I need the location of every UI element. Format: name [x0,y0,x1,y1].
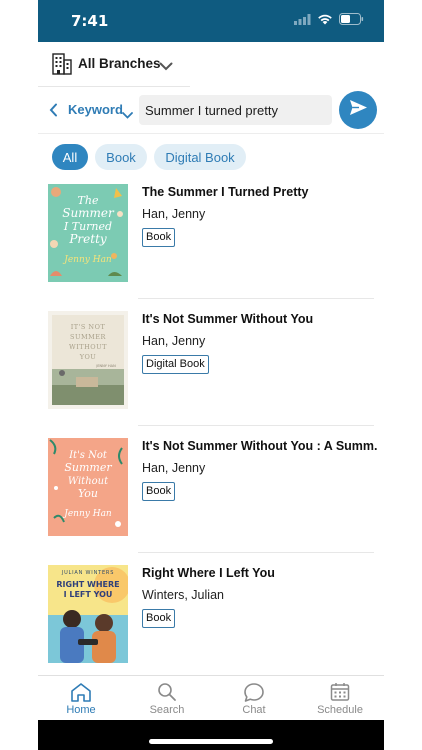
cover-title-line: It's Not [68,450,108,461]
result-title[interactable]: It's Not Summer Without You [142,312,378,326]
cover-title-line: I LEFT YOU [64,590,113,599]
book-cover: JULIAN WINTERS RIGHT WHERE I LEFT YOU [48,565,128,663]
cover-title-line: Summer [64,461,112,474]
tab-schedule[interactable]: Schedule [305,680,375,716]
book-cover: IT'S NOT SUMMER WITHOUT YOU JENNY HAN [48,311,128,409]
chevron-left-icon[interactable] [49,103,58,122]
cover-title-line: Without [68,476,109,487]
status-time: 7:41 [71,12,109,30]
status-bar: 7:41 [38,0,384,42]
cellular-signal-icon [294,13,311,25]
result-title[interactable]: It's Not Summer Without You : A Summ... [142,439,378,453]
filter-chip-book[interactable]: Book [95,144,147,170]
battery-icon [339,13,364,25]
building-icon [52,53,72,80]
list-item[interactable]: IT'S NOT SUMMER WITHOUT YOU JENNY HAN It… [38,299,384,426]
cover-title-line: WITHOUT [69,343,107,351]
result-title[interactable]: Right Where I Left You [142,566,378,580]
wifi-icon [317,13,333,25]
cover-title-line: Pretty [68,232,107,246]
branch-selector[interactable]: All Branches [38,42,190,87]
chevron-down-icon[interactable] [122,106,133,124]
search-input[interactable] [139,95,332,125]
phone-screen: 7:41 All Branches Keyword Summer I turne… [38,0,384,750]
format-filter: All Book Digital Book [38,134,384,174]
format-badge: Digital Book [142,355,209,374]
right-margin [384,0,422,750]
book-cover: The Summer I Turned Pretty Jenny Han [48,184,128,282]
chat-icon [219,680,289,704]
filter-chip-digital-book[interactable]: Digital Book [154,144,246,170]
tab-chat[interactable]: Chat [219,680,289,716]
tab-label: Search [149,704,185,716]
calendar-icon [305,680,375,704]
branch-label: All Branches [78,56,161,71]
tab-label: Schedule [317,704,363,716]
home-indicator[interactable] [149,739,273,744]
cover-byline: JENNY HAN [95,364,116,368]
cover-title-line: SUMMER [70,333,106,341]
format-badge: Book [142,609,176,628]
cover-byline: Jenny Han [62,255,112,265]
cover-title-line: IT'S NOT [71,323,106,331]
left-margin [0,0,38,750]
result-author: Winters, Julian [142,588,224,602]
result-author: Han, Jenny [142,461,206,475]
search-icon [132,680,202,704]
book-cover: It's Not Summer Without You Jenny Han [48,438,128,536]
tab-label: Home [66,704,96,716]
result-author: Han, Jenny [142,207,206,221]
tab-home[interactable]: Home [46,680,116,716]
result-author: Han, Jenny [142,334,206,348]
bottom-tab-bar: Home Search Chat Schedule [38,675,384,721]
format-badge: Book [142,482,176,501]
cover-title-line: Summer [62,206,115,220]
cover-byline: Jenny Han [62,509,112,519]
chevron-down-icon [159,58,173,76]
search-submit-button[interactable] [339,91,377,129]
cover-title-line: RIGHT WHERE [56,580,119,589]
tab-label: Chat [242,704,266,716]
home-indicator-area [38,720,384,750]
list-item[interactable]: JULIAN WINTERS RIGHT WHERE I LEFT YOU Ri… [38,553,384,680]
tab-search[interactable]: Search [132,680,202,716]
cover-byline: JULIAN WINTERS [61,570,114,576]
result-title[interactable]: The Summer I Turned Pretty [142,185,378,199]
format-badge: Book [142,228,176,247]
results-list: The Summer I Turned Pretty Jenny Han The… [38,172,384,680]
filter-chip-all[interactable]: All [52,144,88,170]
list-item[interactable]: The Summer I Turned Pretty Jenny Han The… [38,172,384,299]
cover-title-line: You [78,487,98,500]
status-icons [294,13,364,25]
search-bar: Keyword [38,87,384,134]
list-item[interactable]: It's Not Summer Without You Jenny Han It… [38,426,384,553]
search-mode-selector[interactable]: Keyword [68,102,123,117]
home-icon [46,680,116,704]
cover-title-line: YOU [79,353,97,361]
send-icon [349,99,368,121]
